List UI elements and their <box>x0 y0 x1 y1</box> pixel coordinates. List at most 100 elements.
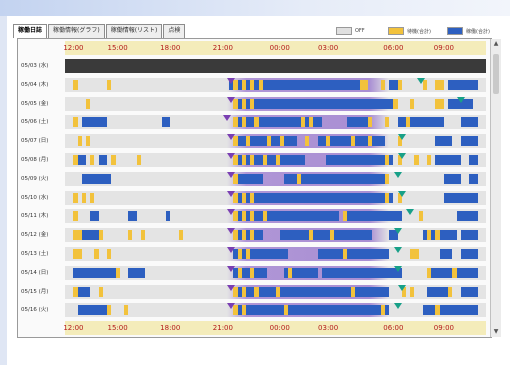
standby-segment <box>309 230 314 241</box>
standby-segment <box>427 267 432 278</box>
standby-segment <box>435 305 440 316</box>
timeline-row[interactable] <box>65 303 486 318</box>
standby-segment <box>418 211 423 222</box>
operating-segment <box>443 192 478 203</box>
timeline-row[interactable] <box>65 77 486 92</box>
standby-segment <box>414 249 419 259</box>
standby-segment <box>359 79 369 90</box>
end-marker-icon <box>397 153 406 159</box>
standby-segment <box>342 211 348 222</box>
timeline-row[interactable] <box>65 96 486 111</box>
end-marker-icon <box>393 247 402 253</box>
timeline-row[interactable] <box>65 134 486 149</box>
standby-segment <box>77 136 82 147</box>
scroll-down-icon[interactable]: ▼ <box>491 327 501 337</box>
operating-segment <box>128 267 145 278</box>
standby-segment <box>178 230 183 241</box>
legend-off-label: OFF <box>355 28 365 34</box>
standby-segment <box>73 155 78 165</box>
legend-standby: 待機(合計) <box>388 26 431 36</box>
start-marker-icon <box>227 171 236 178</box>
scroll-up-icon[interactable]: ▲ <box>491 39 501 49</box>
standby-segment <box>288 267 293 278</box>
no-data-segment <box>65 59 486 73</box>
start-marker-icon <box>227 247 236 253</box>
timeline-row[interactable] <box>65 247 486 261</box>
standby-segment <box>351 286 356 297</box>
row-date-label: 05/07 (日) <box>21 138 49 145</box>
timeline-row[interactable] <box>65 265 486 280</box>
standby-segment <box>410 98 415 109</box>
operating-segment <box>229 79 360 90</box>
standby-segment <box>406 117 411 128</box>
standby-segment <box>90 192 95 203</box>
operating-segment <box>81 173 112 184</box>
standby-segment <box>241 230 247 241</box>
operating-segment <box>77 155 87 165</box>
standby-segment <box>107 305 112 316</box>
standby-segment <box>384 117 390 128</box>
end-marker-icon <box>397 284 406 291</box>
start-marker-icon <box>227 228 236 235</box>
timeline-row[interactable] <box>65 228 486 243</box>
tab-operation-list[interactable]: 稼働情報(リスト) <box>105 24 163 38</box>
timeline-row[interactable] <box>65 171 486 186</box>
hour-label: 00:00 <box>269 44 290 52</box>
standby-segment <box>275 155 280 165</box>
start-marker-icon <box>227 96 236 103</box>
tab-inspection[interactable]: 点検 <box>163 24 186 38</box>
standby-segment <box>304 136 310 147</box>
standby-segment <box>86 136 91 147</box>
tab-operation-graph[interactable]: 稼働情報(グラフ) <box>48 24 105 38</box>
standby-segment <box>73 192 78 203</box>
vertical-scrollbar[interactable]: ▲ ▼ <box>490 39 501 337</box>
operating-segment <box>456 211 478 222</box>
operating-segment <box>448 79 478 90</box>
timeline-row[interactable] <box>65 190 486 205</box>
operating-segment <box>435 155 461 165</box>
timeline-row[interactable] <box>65 209 486 224</box>
standby-segment <box>107 79 112 90</box>
standby-segment <box>111 155 116 165</box>
time-axis-top: 12:00 15:00 18:00 21:00 00:00 03:00 06:00 09:00 <box>63 41 486 55</box>
standby-segment <box>267 136 272 147</box>
start-marker-icon <box>227 153 236 159</box>
operating-segment <box>435 136 453 147</box>
standby-segment <box>246 136 251 147</box>
end-marker-icon <box>406 209 415 216</box>
timeline-row[interactable] <box>65 115 486 130</box>
standby-segment <box>73 117 78 128</box>
hour-label: 00:00 <box>269 324 290 332</box>
timeline-chart: 12:00 15:00 18:00 21:00 00:00 03:00 06:00 09:00… <box>17 38 501 338</box>
operating-segment <box>73 267 82 278</box>
operating-segment <box>233 192 394 203</box>
start-marker-icon <box>227 284 236 291</box>
operating-segment <box>279 230 373 241</box>
operating-segment <box>443 173 461 184</box>
operating-segment <box>317 249 390 259</box>
timeline-row[interactable] <box>65 153 486 167</box>
scroll-thumb[interactable] <box>493 54 499 94</box>
standby-segment <box>427 230 432 241</box>
standby-segment <box>452 267 457 278</box>
hour-label: 21:00 <box>212 44 233 52</box>
standby-segment <box>393 98 398 109</box>
row-date-label: 05/13 (土) <box>21 251 49 257</box>
hour-label: 03:00 <box>318 44 339 52</box>
hour-label: 12:00 <box>63 324 84 332</box>
operating-segment <box>90 211 99 222</box>
hour-label: 06:00 <box>383 324 404 332</box>
hour-label: 18:00 <box>160 44 181 52</box>
timeline-row[interactable] <box>65 284 486 299</box>
row-date-label: 05/15 (月) <box>21 288 49 295</box>
standby-segment <box>90 155 95 165</box>
start-marker-icon <box>227 77 236 84</box>
standby-segment <box>250 79 255 90</box>
standby-segment <box>241 305 247 316</box>
tab-bar: 稼働日誌 稼働情報(グラフ) 稼働情報(リスト) 点検 <box>13 24 186 38</box>
standby-segment <box>380 79 385 90</box>
legend-standby-label: 待機(合計) <box>407 28 431 35</box>
standby-segment <box>250 230 255 241</box>
tab-work-log[interactable]: 稼働日誌 <box>13 24 48 38</box>
timeline-row[interactable] <box>65 59 486 73</box>
